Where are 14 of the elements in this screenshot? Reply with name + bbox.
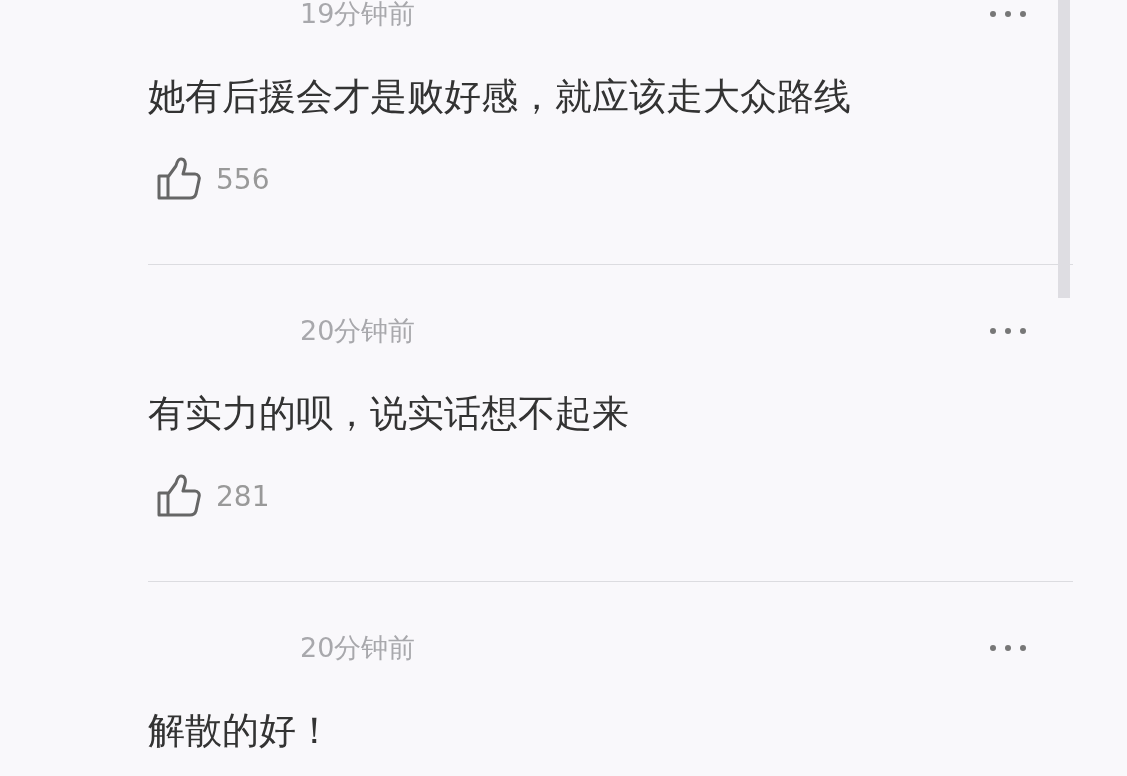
thumbs-up-icon[interactable] <box>156 156 202 202</box>
like-count: 556 <box>216 162 270 196</box>
more-icon[interactable] <box>988 9 1028 19</box>
thumbs-up-icon[interactable] <box>156 473 202 519</box>
comment-time: 20分钟前 <box>300 631 416 665</box>
comment-text: 她有后援会才是败好感，就应该走大众路线 <box>148 74 852 120</box>
more-icon[interactable] <box>988 326 1028 336</box>
like-count: 281 <box>216 479 270 513</box>
comment-time: 20分钟前 <box>300 314 416 348</box>
comment-text: 解散的好！ <box>148 708 334 754</box>
comment-time: 19分钟前 <box>300 0 416 31</box>
comment-text: 有实力的呗，说实话想不起来 <box>148 391 630 437</box>
more-icon[interactable] <box>988 643 1028 653</box>
scrollbar[interactable] <box>1058 0 1070 298</box>
